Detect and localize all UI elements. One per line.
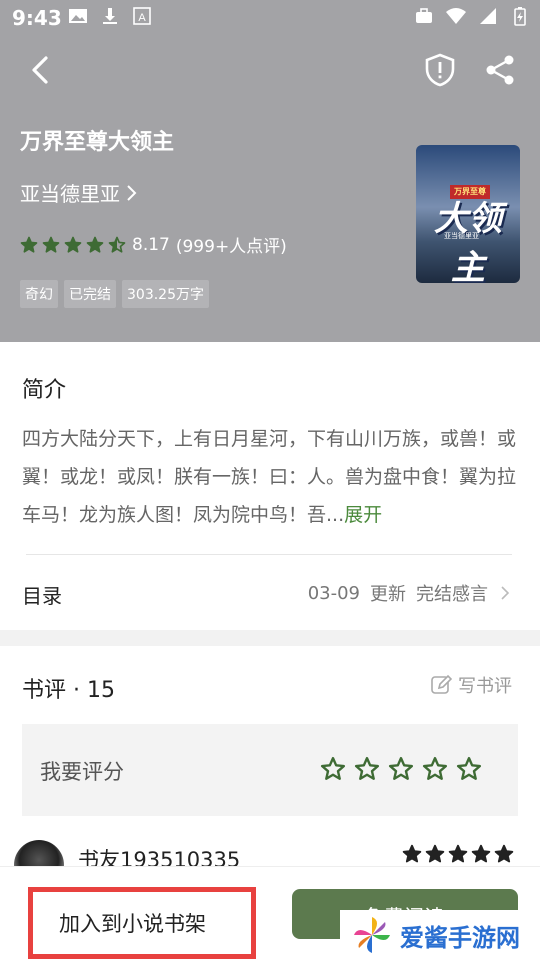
write-review-button[interactable]: 写书评 <box>430 672 512 698</box>
star-icon <box>494 844 514 863</box>
rate-stars <box>320 756 482 782</box>
rate-star-icon[interactable] <box>422 756 448 782</box>
star-icon <box>425 844 445 863</box>
rating-value: 8.17 <box>132 234 170 255</box>
back-button[interactable] <box>24 52 60 88</box>
star-icon <box>20 236 38 253</box>
rate-star-icon[interactable] <box>354 756 380 782</box>
toc-update-label: 更新 <box>370 584 406 605</box>
tag-list: 奇幻 已完结 303.25万字 <box>20 280 209 308</box>
divider <box>26 554 512 555</box>
star-icon <box>471 844 491 863</box>
expand-link[interactable]: 展开 <box>344 504 382 526</box>
toc-row[interactable]: 目录 03-09 更新 完结感言 <box>0 564 540 620</box>
wifi-icon <box>446 8 466 24</box>
rate-label: 我要评分 <box>40 760 124 784</box>
star-icon <box>64 236 82 253</box>
signal-icon <box>480 8 496 24</box>
star-icon <box>402 844 422 863</box>
download-icon <box>103 8 117 24</box>
tag-word-count: 303.25万字 <box>122 280 209 308</box>
pinwheel-logo-icon <box>354 917 390 953</box>
watermark-text: 爱酱手游网 <box>400 923 520 952</box>
author-link[interactable]: 亚当德里亚 <box>20 178 138 207</box>
review-stars <box>402 844 514 864</box>
battery-icon <box>514 7 526 26</box>
chevron-right-icon <box>501 586 510 600</box>
star-icon <box>448 844 468 863</box>
book-title: 万界至尊大领主 <box>20 130 175 155</box>
edit-icon <box>431 674 452 694</box>
rating-stars <box>20 236 126 254</box>
rate-box: 我要评分 <box>22 724 518 816</box>
briefcase-icon <box>416 8 432 23</box>
toc-label: 目录 <box>22 584 62 608</box>
toc-latest-chapter: 完结感言 <box>416 584 488 605</box>
chevron-right-icon <box>127 184 137 201</box>
write-review-label: 写书评 <box>458 676 512 697</box>
star-icon <box>42 236 60 253</box>
author-name: 亚当德里亚 <box>20 182 120 206</box>
rate-star-icon[interactable] <box>320 756 346 782</box>
review-heading: 书评 · 15 <box>22 678 115 703</box>
svg-text:A: A <box>138 12 146 24</box>
rating-count: (999+人点评) <box>175 237 287 257</box>
status-time: 9:43 <box>12 6 62 30</box>
star-icon <box>108 236 126 253</box>
add-to-shelf-button[interactable]: 加入到小说书架 <box>28 887 256 959</box>
tag-genre[interactable]: 奇幻 <box>20 280 58 308</box>
cover-subtitle: 亚当德里亚 <box>444 232 479 240</box>
book-cover: 万界至尊 大领主 亚当德里亚 <box>416 145 520 283</box>
font-icon: A <box>133 7 151 25</box>
toc-date: 03-09 <box>307 582 360 604</box>
share-icon[interactable] <box>482 52 518 88</box>
rating-row: 8.17 (999+人点评) <box>20 232 287 257</box>
intro-body: 四方大陆分天下，上有日月星河，下有山川万族，或兽！或翼！或龙！或凤！朕有一族！曰… <box>22 428 517 526</box>
image-icon <box>69 9 87 23</box>
rate-star-icon[interactable] <box>388 756 414 782</box>
tag-status: 已完结 <box>64 280 116 308</box>
watermark: 爱酱手游网 <box>340 910 540 960</box>
book-header: 9:43 A 万界至尊大领主 亚当德里亚 8.17 (999+人点评) 奇幻 已… <box>0 0 540 342</box>
star-icon <box>86 236 104 253</box>
add-to-shelf-label: 加入到小说书架 <box>59 912 206 936</box>
intro-section: 简介 四方大陆分天下，上有日月星河，下有山川万族，或兽！或翼！或龙！或凤！朕有一… <box>0 342 540 630</box>
rate-star-icon[interactable] <box>456 756 482 782</box>
review-section: 书评 · 15 写书评 我要评分 书友193510335 <box>0 646 540 890</box>
shield-icon[interactable] <box>422 52 458 88</box>
intro-heading: 简介 <box>22 378 67 403</box>
intro-text[interactable]: 四方大陆分天下，上有日月星河，下有山川万族，或兽！或翼！或龙！或凤！朕有一族！曰… <box>22 420 518 534</box>
status-bar: 9:43 A <box>0 0 540 36</box>
